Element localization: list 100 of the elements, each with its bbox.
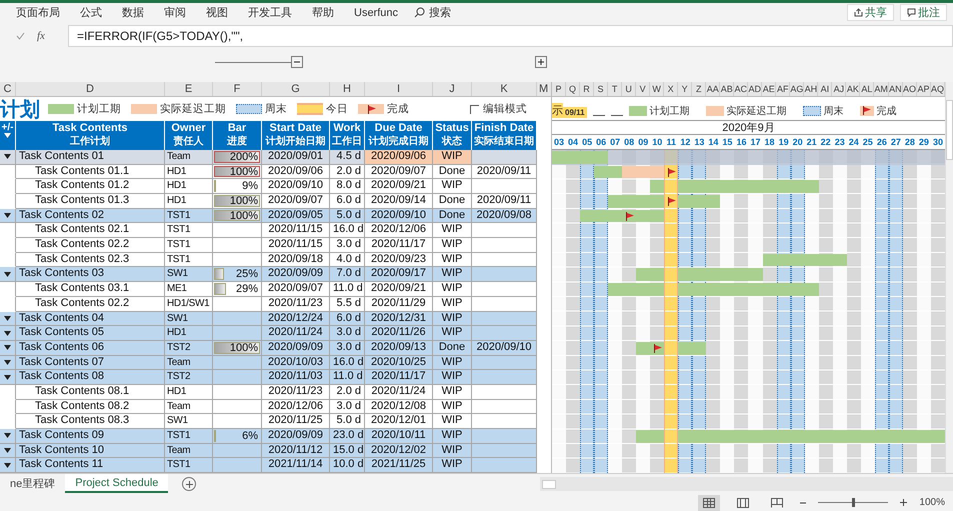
ribbon-tab[interactable]: 视图 xyxy=(196,4,238,22)
task-row[interactable]: Task Contents 09 TST1 6% 2020/09/09 23.0 d 2020/10/11 WIP xyxy=(0,429,537,444)
share-icon xyxy=(854,8,863,17)
column-letter[interactable]: G xyxy=(262,82,330,96)
column-letter[interactable]: S xyxy=(594,82,608,96)
day-label: 22 xyxy=(820,136,832,149)
progress-value: 9% xyxy=(242,180,258,192)
flag-icon xyxy=(624,212,634,221)
zoom-in-icon[interactable] xyxy=(900,499,908,506)
task-row[interactable]: Task Contents 03 SW1 25% 2020/09/09 7.0 d 2020/09/17 WIP xyxy=(0,267,537,282)
progress-value: 100% xyxy=(230,342,258,354)
column-letter[interactable]: AE xyxy=(762,82,776,96)
ribbon-tab[interactable]: 公式 xyxy=(70,4,112,22)
ribbon-tab[interactable]: Userfunc xyxy=(344,4,408,22)
checkbox[interactable] xyxy=(470,104,479,114)
comments-button[interactable]: 批注 xyxy=(900,4,947,21)
gantt-bar xyxy=(552,150,608,164)
column-letter[interactable]: I xyxy=(365,82,433,96)
gantt-bar xyxy=(636,268,664,282)
collapse-button[interactable] xyxy=(291,56,303,68)
task-row[interactable]: Task Contents 08 TST2 2020/11/03 11.0 d 2020/11/17 WIP xyxy=(0,370,537,385)
search-label[interactable]: 搜索 xyxy=(429,5,452,20)
column-letter[interactable]: AC xyxy=(734,82,748,96)
column-letter[interactable]: C xyxy=(0,82,16,96)
day-label: 27 xyxy=(890,136,902,149)
sheet-tab[interactable]: ne里程碑 xyxy=(0,474,66,493)
column-letter[interactable]: X xyxy=(664,82,678,96)
vertical-scrollbar[interactable] xyxy=(945,82,953,473)
expand-button[interactable] xyxy=(535,56,547,68)
gantt-bar xyxy=(650,180,664,194)
ribbon-tab[interactable]: 帮助 xyxy=(302,4,344,22)
column-letter[interactable]: U xyxy=(622,82,636,96)
day-label: 05 xyxy=(581,136,594,149)
share-button[interactable]: 共享 xyxy=(847,4,894,21)
column-letter[interactable]: AN xyxy=(888,82,903,96)
column-letter[interactable]: AO xyxy=(902,82,917,96)
ribbon-tab[interactable]: 数据 xyxy=(112,4,154,22)
delay-swatch xyxy=(131,104,157,114)
add-sheet-button[interactable] xyxy=(182,477,196,491)
column-letter[interactable]: AF xyxy=(776,82,790,96)
today-date: 09/11 xyxy=(563,106,587,118)
selected-task-row[interactable]: Task Contents 01 Team 200% 2020/09/01 4.5 d 2020/09/06 WIP xyxy=(0,150,537,165)
column-letter[interactable]: F xyxy=(213,82,262,96)
column-letter[interactable]: Q xyxy=(566,82,580,96)
column-letter[interactable]: AK xyxy=(846,82,860,96)
caret-icon xyxy=(4,433,11,438)
column-letter[interactable]: J xyxy=(433,82,472,96)
column-letter[interactable]: M xyxy=(537,82,551,97)
legend-label: 今日 xyxy=(326,102,348,116)
ribbon-tab[interactable]: 页面布局 xyxy=(6,4,70,22)
scrollbar-thumb[interactable] xyxy=(946,100,953,160)
column-letter[interactable]: AH xyxy=(804,82,818,96)
column-letter[interactable]: E xyxy=(165,82,213,96)
legend-label: 周末 xyxy=(824,104,844,118)
column-letter[interactable]: AJ xyxy=(832,82,846,96)
column-header: +/- xyxy=(2,122,14,133)
normal-view-button[interactable] xyxy=(698,494,720,510)
task-row[interactable]: Task Contents 04 SW1 2020/12/24 6.0 d 2020/12/31 WIP xyxy=(0,312,537,326)
task-row[interactable]: Task Contents 01.1 HD1 100% 2020/09/06 2.0 d 2020/09/07 Done 2020/09/11 xyxy=(0,164,537,180)
column-letter[interactable]: AL xyxy=(860,82,874,96)
column-letter[interactable]: AI xyxy=(818,82,832,96)
insert-function-icon[interactable]: fx xyxy=(37,30,45,42)
ribbon-tab[interactable]: 开发工具 xyxy=(238,4,302,22)
column-letter[interactable]: AM xyxy=(874,82,889,96)
progress-value: 100% xyxy=(230,194,258,207)
zoom-slider-thumb[interactable] xyxy=(852,498,856,507)
zoom-level: 100% xyxy=(919,497,945,508)
column-letter[interactable]: Z xyxy=(692,82,706,96)
column-letter[interactable]: H xyxy=(330,82,365,96)
column-letter[interactable]: D xyxy=(16,82,165,96)
task-row[interactable]: Task Contents 02 TST1 100% 2020/09/05 5.0 d 2020/09/10 Done 2020/09/08 xyxy=(0,208,537,224)
column-letter[interactable]: AD xyxy=(748,82,762,96)
column-letter[interactable]: T xyxy=(608,82,622,96)
legend-label: 周末 xyxy=(265,102,287,116)
comment-icon xyxy=(907,8,916,17)
formula-field[interactable]: =IFERROR(IF(G5>TODAY(),"", xyxy=(68,25,953,47)
check-icon[interactable] xyxy=(16,32,25,40)
column-letter[interactable]: Y xyxy=(678,82,692,96)
column-letter[interactable]: V xyxy=(636,82,650,96)
horizontal-scrollbar[interactable] xyxy=(540,477,953,491)
column-letter[interactable]: P xyxy=(552,82,566,96)
column-letter[interactable]: AG xyxy=(790,82,804,96)
plus-icon xyxy=(186,480,193,488)
task-row[interactable]: Task Contents 07 Team 2020/10/03 16.0 d 2020/10/25 WIP xyxy=(0,356,537,370)
task-row[interactable]: Task Contents 06 TST2 100% 2020/09/09 3.0 d 2020/09/13 Done 2020/09/10 xyxy=(0,340,537,356)
column-letter[interactable]: AA xyxy=(706,82,720,96)
task-row[interactable]: Task Contents 11 TST1 2021/11/14 10.0 d 2021/11/25 WIP xyxy=(0,458,537,474)
column-letter[interactable]: R xyxy=(580,82,594,96)
today-swatch xyxy=(297,103,323,115)
task-row[interactable]: Task Contents 05 HD1 2020/11/24 3.0 d 2020/11/26 WIP xyxy=(0,326,537,341)
sheet-tab[interactable]: Project Schedule xyxy=(65,474,168,493)
progress-value: 200% xyxy=(230,150,258,163)
column-letter[interactable]: AP xyxy=(916,82,931,96)
task-row[interactable]: Task Contents 10 Team 2020/11/12 15.0 d 2020/12/02 WIP xyxy=(0,444,537,458)
column-letter[interactable]: W xyxy=(650,82,664,96)
ribbon-tab[interactable]: 审阅 xyxy=(154,4,196,22)
column-letter[interactable]: AB xyxy=(720,82,734,96)
caret-icon xyxy=(4,213,11,218)
flag-icon xyxy=(652,344,662,353)
scrollbar-thumb[interactable] xyxy=(542,480,556,488)
